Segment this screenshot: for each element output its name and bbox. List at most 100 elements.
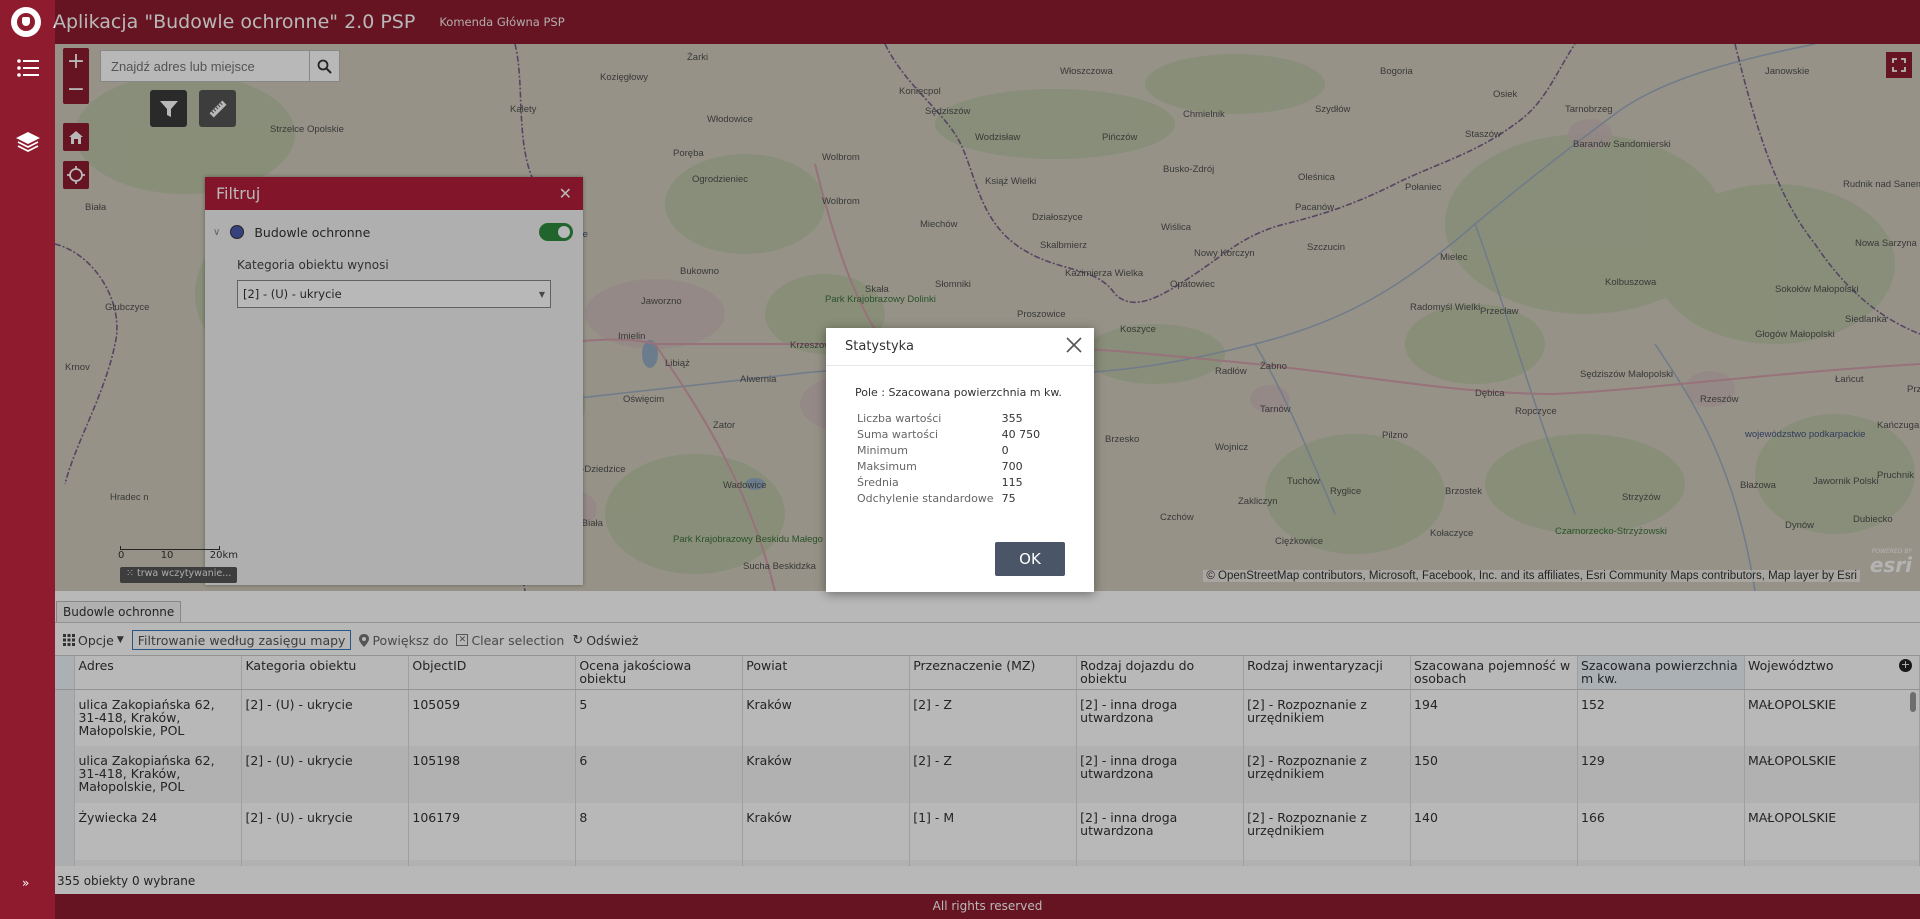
table-row[interactable]: Żywiecka 24 [2] - (U) - ukrycie 106179 8 Kra… [55,803,1920,860]
row-selector[interactable] [55,803,76,860]
scale-label-10: 10 [160,550,174,561]
filter-layer-name: Budowle ochronne [254,224,371,240]
row-selector[interactable] [55,689,76,746]
statistic-value: 115 [1001,476,1023,489]
column-header[interactable]: Szacowana pojemność w osobach [1410,656,1578,690]
table-row[interactable]: ulica Zakopiańska 62, 31-418, Kraków, Ma… [55,746,1920,803]
layer-filter-toggle[interactable] [539,223,573,241]
column-header[interactable]: Szacowana powierzchnia m kw. [1577,656,1745,690]
refresh-label: Odśwież [586,632,639,648]
scale-bar: 0 10 20km [118,546,238,561]
zoom-to-label: Powiększ do [372,632,449,648]
ok-button[interactable]: OK [995,542,1065,576]
caret-down-icon: ▼ [116,635,124,645]
refresh-button[interactable]: ↻ Odśwież [572,633,638,648]
app-title: Aplikacja "Budowle ochronne" 2.0 PSP [53,11,416,33]
table-cell: [1] - M [909,803,1078,860]
statistic-name: Odchylenie standardowe [857,492,994,505]
search-box [100,50,340,82]
close-icon[interactable] [1066,336,1082,357]
refresh-icon: ↻ [572,632,584,648]
dropdown-arrow-icon: ▼ [538,289,545,299]
table-toolbar: Opcje ▼ Filtrowanie według zasięgu mapy … [63,629,638,651]
locate-button[interactable] [63,161,89,189]
column-header[interactable]: Powiat [742,656,911,690]
dialog-title: Statystyka [845,339,914,354]
filter-panel-title: Filtruj [216,184,261,203]
map-attribution: © OpenStreetMap contributors, Microsoft,… [1203,570,1860,582]
table-cell: ulica Zakopiańska 62, 31-418, Kraków, Ma… [74,689,243,746]
zoom-in-button[interactable]: + [63,48,89,76]
column-header[interactable]: Rodzaj dojazdu do obiektu [1076,656,1245,690]
table-cell: [2] - inna droga utwardzona [1076,803,1245,860]
options-menu[interactable]: Opcje ▼ [63,633,124,648]
statistic-name: Maksimum [857,460,917,473]
close-icon[interactable]: ✕ [559,184,572,203]
table-cell: Żywiecka 24 [74,803,243,860]
expand-icon[interactable]: » [22,876,29,890]
table-scrollbar[interactable] [1910,692,1916,712]
esri-logo: POWERED BY esri [1869,548,1912,577]
statistics-dialog: Statystyka Pole : Szacowana powierzchnia… [826,328,1094,592]
loading-indicator: ⁙ trwa wczytywanie... [120,567,238,583]
search-button[interactable] [309,51,339,81]
zoom-out-button[interactable]: − [63,76,89,104]
table-cell: Kraków [742,860,911,866]
statistics-row: Maksimum 700 [857,460,1040,476]
table-cell: [2] - (U) - ukrycie [241,803,410,860]
column-header[interactable]: Przeznaczenie (MZ) [909,656,1078,690]
column-header[interactable]: ObjectID [408,656,577,690]
table-cell: [2] - Rozpoznanie z urzędnikiem [1243,689,1412,746]
list-icon[interactable] [14,54,42,82]
statistic-value: 75 [1001,492,1016,505]
row-selector[interactable] [55,860,76,866]
add-column-icon[interactable]: + [1899,659,1912,672]
search-input[interactable] [101,51,309,81]
psp-logo-icon [11,7,41,37]
filter-tool-button[interactable] [150,90,187,127]
filter-value-select[interactable]: [2] - (U) - ukrycie ▼ [237,280,551,308]
table-row[interactable]: ulica Zakopiańska 62, 31-418, Kraków, Ma… [55,689,1920,746]
scale-label-20: 20km [209,550,238,561]
chevron-down-icon[interactable]: ∨ [213,227,220,238]
table-cell: 106179 [408,803,577,860]
statistic-value: 40 750 [1001,428,1041,441]
statistic-value: 700 [1001,460,1023,473]
scale-label-0: 0 [118,550,125,561]
table-status: 355 obiekty 0 wybrane [57,874,196,888]
home-button[interactable] [63,123,89,151]
table-tab[interactable]: Budowle ochronne [56,601,182,623]
statistic-name: Średnia [857,476,899,489]
column-header[interactable]: Rodzaj inwentaryzacji [1243,656,1412,690]
table-cell: [2] - Z [909,689,1078,746]
measure-tool-button[interactable] [199,90,236,127]
column-header[interactable]: Adres [74,656,243,690]
clear-selection-icon: ✕ [456,634,469,646]
statistics-row: Minimum 0 [857,444,1040,460]
search-icon [317,59,332,74]
table-cell: 120 [1410,860,1578,866]
filter-value-text: [2] - (U) - ukrycie [243,287,342,301]
fullscreen-button[interactable] [1886,52,1912,78]
table-cell: 152 [1577,689,1745,746]
zoom-control: + − [63,48,89,104]
column-header[interactable]: Kategoria obiektu [241,656,410,690]
table-cell: 6 [575,860,744,866]
column-header[interactable]: Województwo [1744,656,1920,690]
clear-selection-button[interactable]: ✕ Clear selection [456,633,564,648]
table-cell: 194 [1410,689,1578,746]
table-cell: [2] - inna droga utwardzona [1076,689,1245,746]
clear-selection-label: Clear selection [471,632,565,648]
filter-icon [159,100,178,117]
table-cell: [2] - inna droga utwardzona [1076,860,1245,866]
zoom-to-button[interactable]: Powiększ do [359,633,448,648]
map-pin-icon [359,633,370,647]
column-header[interactable]: Ocena jakościowa obiektu [575,656,744,690]
table-row[interactable]: ulica Żywiecka 22, Kraków,[2] - (U) - uk… [55,860,1920,866]
row-selector[interactable] [55,746,76,803]
layers-icon[interactable] [14,128,42,156]
table-cell: 150 [1410,746,1578,803]
table-cell: MAŁOPOLSKIE [1744,689,1920,746]
app-subtitle: Komenda Główna PSP [439,15,565,29]
filter-by-extent-button[interactable]: Filtrowanie według zasięgu mapy [131,630,352,650]
